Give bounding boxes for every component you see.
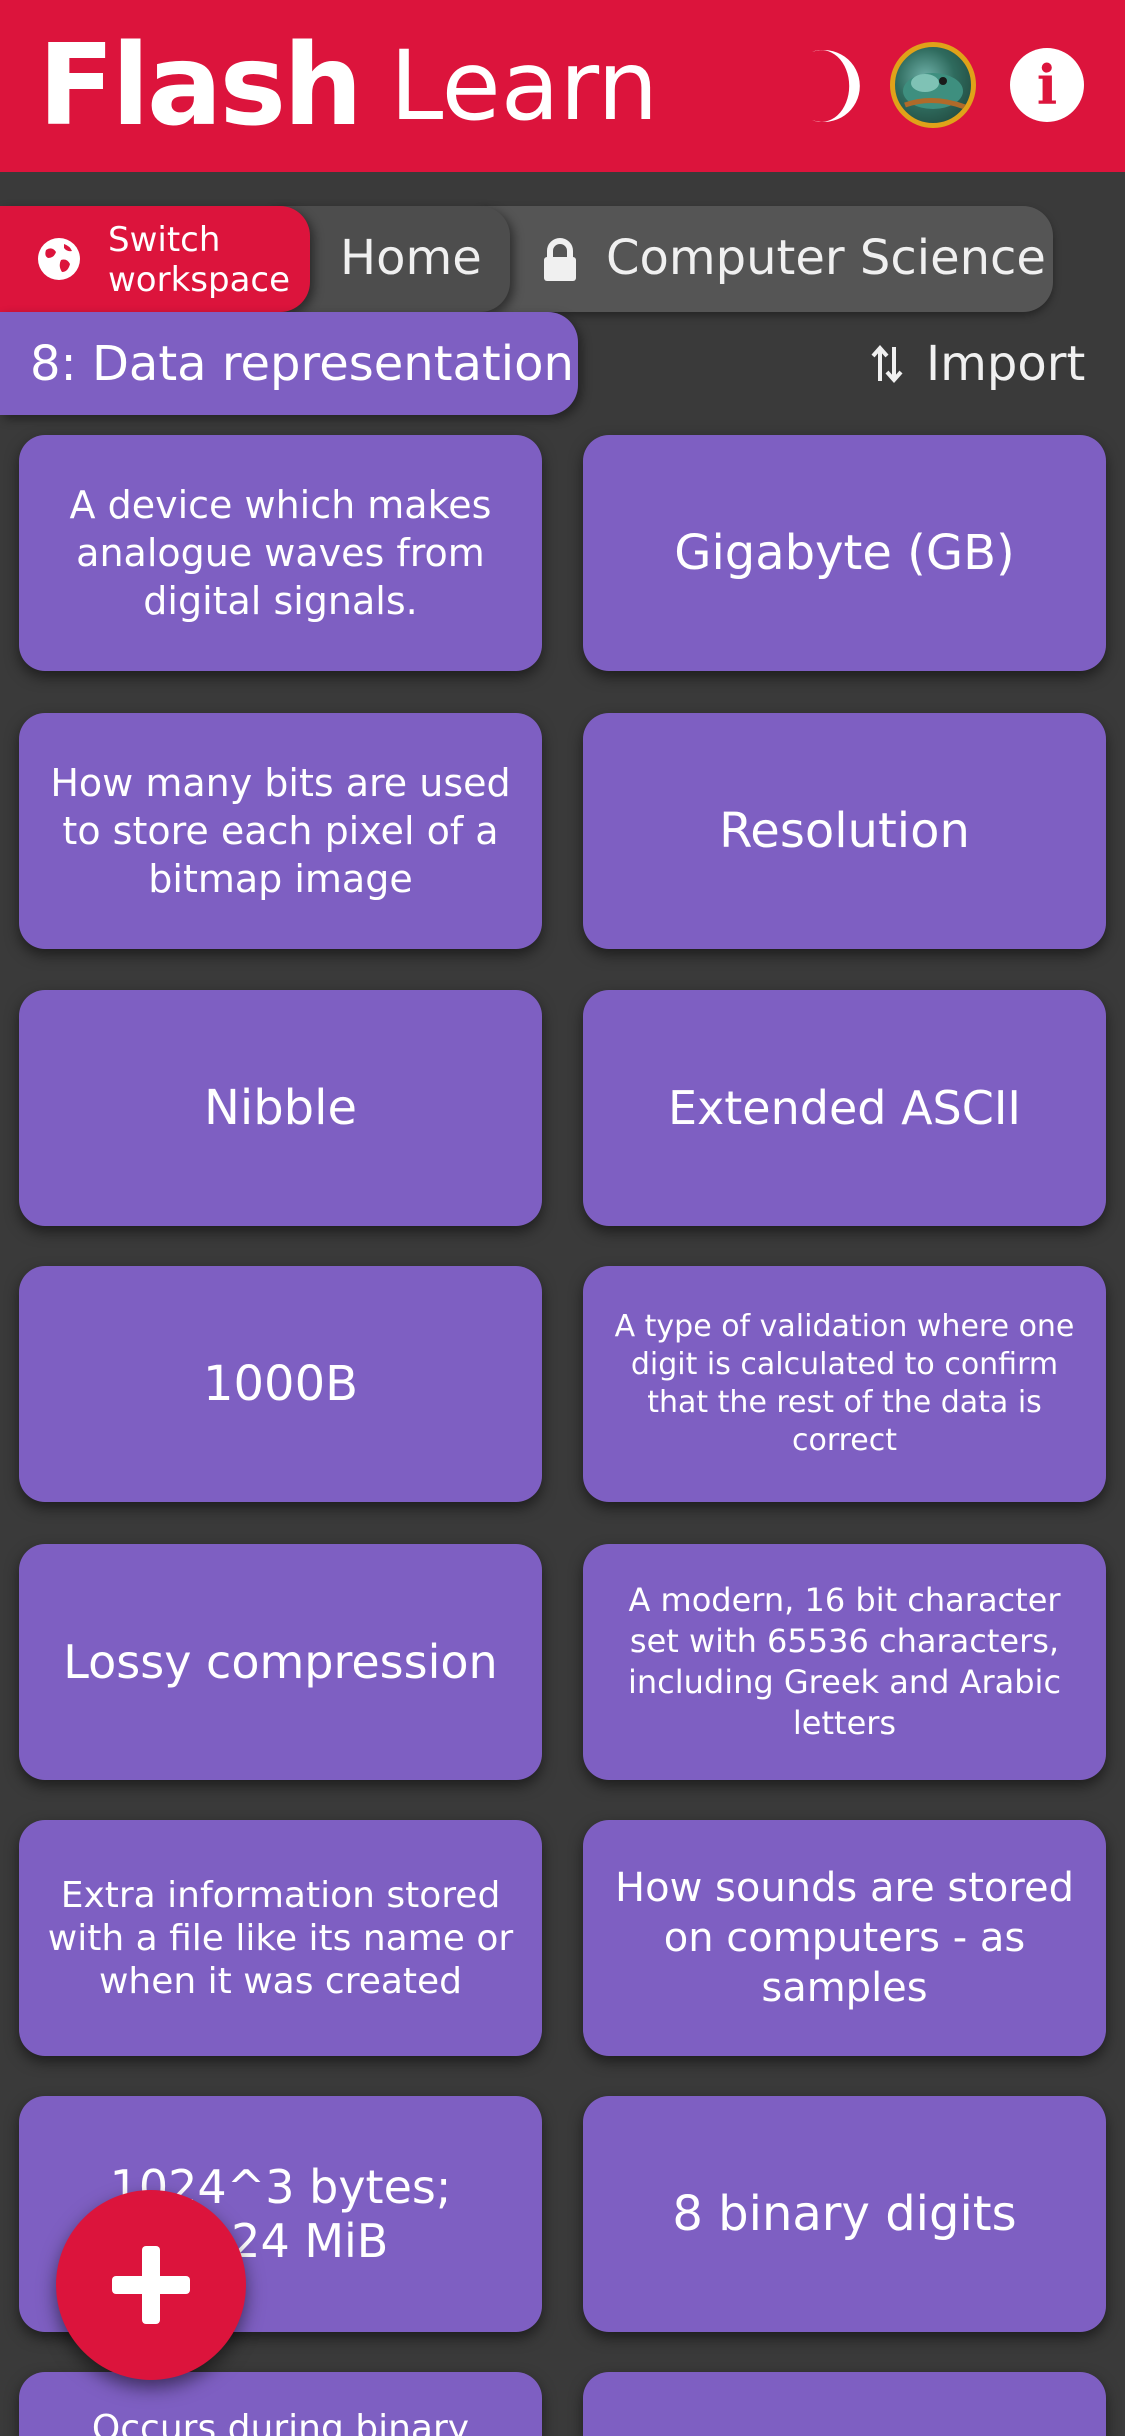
import-button[interactable]: Import: [870, 334, 1085, 394]
breadcrumb: Computer Science Home Switch workspace: [0, 206, 1125, 312]
flashcard-text: How many bits are used to store each pix…: [50, 761, 511, 901]
brand-learn: Learn: [389, 30, 659, 142]
flashcard[interactable]: Extended ASCII: [583, 990, 1106, 1226]
flashcard-text: How sounds are stored on computers - as …: [615, 1865, 1074, 2011]
flashcard[interactable]: 1000B: [19, 1266, 542, 1502]
breadcrumb-home-label: Home: [340, 230, 482, 286]
switch-workspace-label: Switch workspace: [108, 220, 290, 300]
flashcard[interactable]: Occurs during binary: [19, 2372, 542, 2436]
brand-flash: Flash: [38, 21, 363, 151]
flashcard-text: Occurs during binary: [91, 2408, 470, 2436]
flashcard[interactable]: How sounds are stored on computers - as …: [583, 1820, 1106, 2056]
globe-icon: [38, 238, 80, 280]
info-icon[interactable]: i: [1010, 48, 1084, 122]
flashcard[interactable]: Nibble: [19, 990, 542, 1226]
app-header: Flash Learn i: [0, 0, 1125, 172]
switch-label-line2: workspace: [108, 260, 291, 300]
flashcard[interactable]: Resolution: [583, 713, 1106, 949]
flashcard-text: Gigabyte (GB): [674, 525, 1015, 581]
deck-title: 8: Data representation: [30, 336, 574, 392]
switch-workspace-button[interactable]: Switch workspace: [0, 206, 310, 312]
flashcard-text: Lossy compression: [63, 1635, 498, 1689]
deck-title-tab: 8: Data representation: [0, 312, 578, 415]
flashcard-text: A type of validation where one digit is …: [614, 1309, 1075, 1458]
avatar[interactable]: [890, 42, 976, 128]
flashcard[interactable]: Extra information stored with a file lik…: [19, 1820, 542, 2056]
add-card-button[interactable]: [56, 2190, 246, 2380]
flashcard-text: Resolution: [719, 803, 970, 859]
lock-icon: [544, 238, 576, 281]
app-logo[interactable]: Flash Learn: [38, 26, 658, 146]
flashcard-text: Extended ASCII: [667, 1081, 1022, 1135]
flashcard-text: 8 binary digits: [672, 2186, 1017, 2242]
flashcard[interactable]: [583, 2372, 1106, 2436]
switch-label-line1: Switch: [108, 220, 221, 260]
flashcard[interactable]: Gigabyte (GB): [583, 435, 1106, 671]
flashcard[interactable]: A device which makes analogue waves from…: [19, 435, 542, 671]
flashcard-text: 1000B: [202, 1356, 359, 1412]
flashcard-text: Extra information stored with a file lik…: [47, 1874, 514, 2002]
flashcard[interactable]: A type of validation where one digit is …: [583, 1266, 1106, 1502]
breadcrumb-course-label: Computer Science: [606, 230, 1046, 286]
flashcard[interactable]: A modern, 16 bit character set with 6553…: [583, 1544, 1106, 1780]
flashcard-text: A device which makes analogue waves from…: [69, 483, 492, 623]
flashcard-text: A modern, 16 bit character set with 6553…: [627, 1581, 1062, 1742]
flashcard[interactable]: 8 binary digits: [583, 2096, 1106, 2332]
import-arrows-icon: [871, 344, 903, 384]
flashcard-text: Nibble: [203, 1080, 358, 1136]
import-label: Import: [926, 336, 1086, 392]
flashcard[interactable]: Lossy compression: [19, 1544, 542, 1780]
flashcard[interactable]: How many bits are used to store each pix…: [19, 713, 542, 949]
moon-icon[interactable]: [790, 46, 860, 126]
breadcrumb-course[interactable]: Computer Science: [480, 206, 1053, 312]
